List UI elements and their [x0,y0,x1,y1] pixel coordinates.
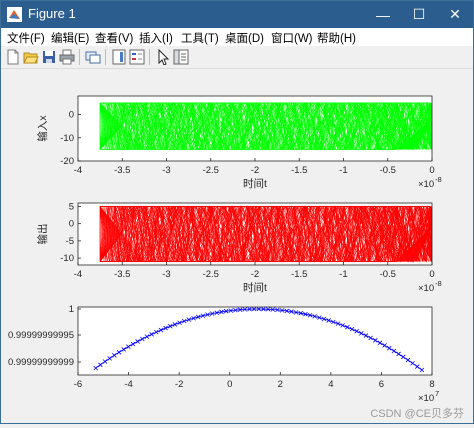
x-exponent-label: ×10 [418,393,434,404]
x-tick-label: 6 [379,379,384,390]
toolbar-separator [79,49,80,65]
x-tick-label: -6 [74,379,82,390]
axes-2: ×10 -8 [77,202,442,294]
x-tick-label: -1.5 [291,165,307,176]
x-tick-label: -3.5 [114,165,130,176]
x-tick-label: -2.5 [203,269,219,280]
toolbar [1,46,473,69]
x-tick-label: 4 [328,379,333,390]
menu-desktop[interactable]: 桌面(D) [225,30,264,46]
plot-area [78,307,432,375]
y-axis-label: 输入x [36,115,49,142]
x-tick-label: -2 [251,269,259,280]
x-tick-label: 0 [227,379,232,390]
y-tick-label: 0.99999999995 [8,330,74,341]
menu-window[interactable]: 窗口(W) [271,30,313,46]
menu-edit[interactable]: 编辑(E) [51,30,89,46]
y-tick-label: -5 [66,236,74,247]
x-exponent-power: 7 [435,389,439,398]
x-tick-label: -0.5 [380,269,396,280]
x-tick-label: -3 [162,165,170,176]
toolbar-separator [149,49,150,65]
y-tick-label: -10 [60,133,74,144]
property-inspector-icon[interactable] [173,49,189,65]
watermark: CSDN @CE贝多芬 [370,406,464,420]
x-tick-label: -1 [339,165,347,176]
minimize-button[interactable]: — [365,1,401,28]
title-bar[interactable]: Figure 1 — ☐ ✕ [1,1,473,28]
figure-canvas: ×10 -8 -4 -3.5 -3 -2.5 -2 -1.5 -1 -0.5 0 -20 -10 0 时间t… [2,69,472,423]
y-tick-label: 0 [69,110,74,121]
x-tick-label: -2 [175,379,183,390]
colorbar-icon[interactable] [111,49,127,65]
menu-bar: 文件(F) 编辑(E) 查看(V) 插入(I) 工具(T) 桌面(D) 窗口(W… [1,28,473,46]
menu-file[interactable]: 文件(F) [7,30,45,46]
close-button[interactable]: ✕ [437,1,473,28]
x-tick-label: 2 [278,379,283,390]
x-tick-label: -2 [251,165,259,176]
x-tick-label: -2.5 [203,165,219,176]
figure-window: Figure 1 — ☐ ✕ 文件(F) 编辑(E) 查看(V) 插入(I) 工… [0,0,474,424]
maximize-button[interactable]: ☐ [401,1,437,28]
x-tick-label: -3 [162,269,170,280]
y-tick-label: -10 [60,253,74,264]
y-tick-label: -20 [60,156,74,167]
x-exponent-power: -8 [435,279,442,288]
window-title: Figure 1 [28,6,76,21]
x-exponent-power: -8 [435,175,442,184]
y-tick-label: 0 [69,219,74,230]
x-tick-label: 8 [429,379,434,390]
y-axis-label: 输出 [36,224,49,245]
new-figure-icon[interactable] [5,49,21,65]
x-exponent-label: ×10 [418,283,434,294]
open-file-icon[interactable] [23,49,39,65]
menu-insert[interactable]: 插入(I) [139,30,173,46]
y-tick-label: 5 [69,201,74,212]
figure-plots: ×10 -8-4 -3.5 -3 -2.5 -2 -1.5 -1 -0.5 0-20-100时间t… [8,95,464,420]
menu-tools[interactable]: 工具(T) [181,30,219,46]
x-tick-label: -4 [74,269,82,280]
x-tick-label: -1 [339,269,347,280]
matlab-icon [7,7,22,22]
link-plot-icon[interactable] [85,49,101,65]
x-tick-label: -4 [74,165,82,176]
x-tick-label: -4 [124,379,132,390]
print-icon[interactable] [59,49,75,65]
x-axis-label: 时间t [243,177,267,190]
x-axis-label: 时间t [243,281,267,294]
y-tick-label: 0.99999999999 [8,357,74,368]
save-icon[interactable] [41,49,57,65]
x-tick-label: -3.5 [114,269,130,280]
x-tick-label: -1.5 [291,269,307,280]
edit-plot-icon[interactable] [155,49,171,65]
y-tick-label: 1 [69,304,74,315]
menu-help[interactable]: 帮助(H) [317,30,356,46]
legend-icon[interactable] [129,49,145,65]
x-exponent-label: ×10 [418,179,434,190]
x-tick-label: 0 [429,269,434,280]
toolbar-separator [105,49,106,65]
x-tick-label: 0 [429,165,434,176]
menu-view[interactable]: 查看(V) [95,30,133,46]
x-tick-label: -0.5 [380,165,396,176]
